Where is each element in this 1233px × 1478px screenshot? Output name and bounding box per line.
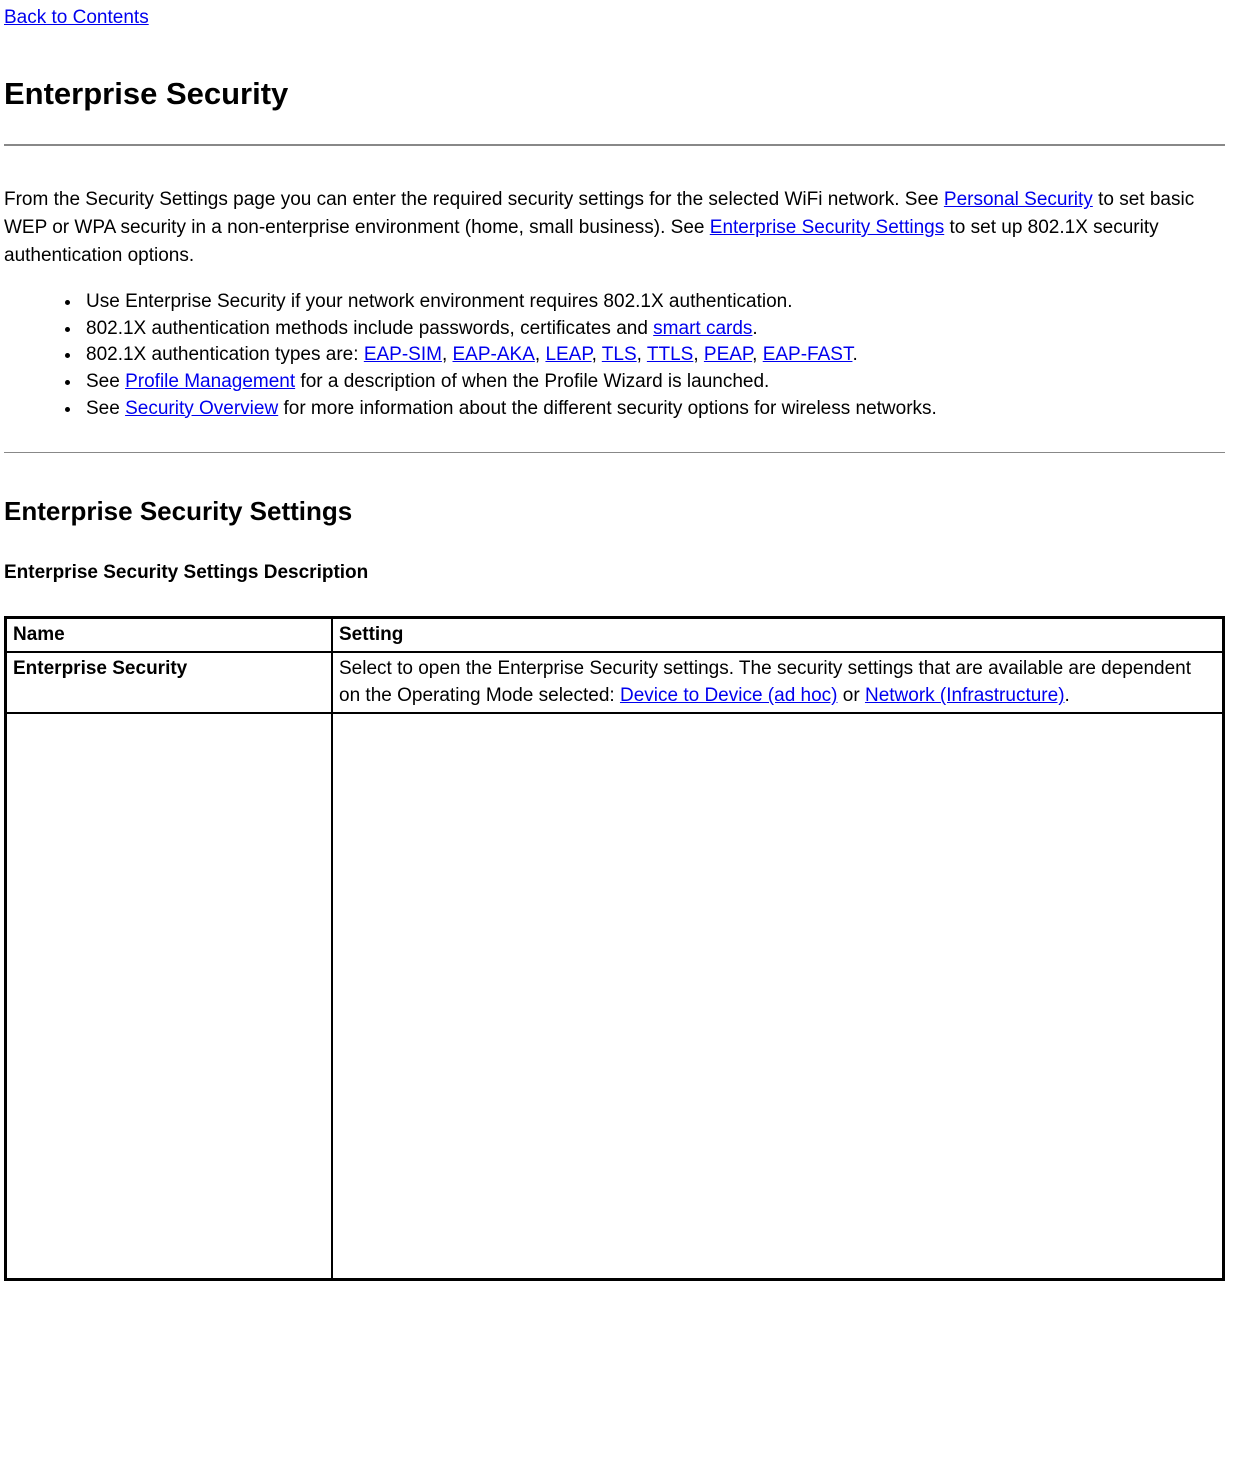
list-text: 802.1X authentication types are: <box>86 344 364 365</box>
settings-table: Name Setting Enterprise Security Select … <box>4 616 1225 1281</box>
divider <box>4 144 1225 146</box>
list-sep: , <box>693 344 704 365</box>
cell-empty <box>332 713 1224 1280</box>
list-sep: , <box>592 344 602 365</box>
cell-empty <box>6 713 333 1280</box>
list-text: . <box>852 344 857 365</box>
tls-link[interactable]: TLS <box>602 344 637 365</box>
divider <box>4 452 1225 453</box>
list-text: for a description of when the Profile Wi… <box>295 371 769 392</box>
intro-paragraph: From the Security Settings page you can … <box>4 186 1225 269</box>
list-item: See Security Overview for more informati… <box>82 396 1225 423</box>
section-heading: Enterprise Security Settings <box>4 493 1225 531</box>
cell-name: Enterprise Security <box>6 652 333 713</box>
network-infrastructure-link[interactable]: Network (Infrastructure) <box>865 685 1065 706</box>
list-text: . <box>752 318 757 339</box>
eap-fast-link[interactable]: EAP-FAST <box>763 344 853 365</box>
feature-list: Use Enterprise Security if your network … <box>4 289 1225 422</box>
list-item: 802.1X authentication methods include pa… <box>82 316 1225 343</box>
cell-text: . <box>1065 685 1070 706</box>
personal-security-link[interactable]: Personal Security <box>944 189 1093 210</box>
subsection-heading: Enterprise Security Settings Description <box>4 559 1225 587</box>
list-sep: , <box>637 344 647 365</box>
table-header-row: Name Setting <box>6 618 1224 652</box>
list-sep: , <box>752 344 763 365</box>
back-to-contents-link[interactable]: Back to Contents <box>4 4 149 32</box>
device-to-device-link[interactable]: Device to Device (ad hoc) <box>620 685 838 706</box>
enterprise-security-settings-link[interactable]: Enterprise Security Settings <box>710 217 944 238</box>
ttls-link[interactable]: TTLS <box>647 344 693 365</box>
cell-name-bold: Enterprise Security <box>13 658 187 679</box>
list-text: See <box>86 371 125 392</box>
cell-setting: Select to open the Enterprise Security s… <box>332 652 1224 713</box>
list-item: See Profile Management for a description… <box>82 369 1225 396</box>
profile-management-link[interactable]: Profile Management <box>125 371 295 392</box>
list-item: 802.1X authentication types are: EAP-SIM… <box>82 342 1225 369</box>
list-sep: , <box>442 344 453 365</box>
list-text: See <box>86 398 125 419</box>
security-overview-link[interactable]: Security Overview <box>125 398 278 419</box>
eap-aka-link[interactable]: EAP-AKA <box>453 344 535 365</box>
list-text: 802.1X authentication methods include pa… <box>86 318 653 339</box>
eap-sim-link[interactable]: EAP-SIM <box>364 344 442 365</box>
list-text: for more information about the different… <box>278 398 937 419</box>
leap-link[interactable]: LEAP <box>545 344 591 365</box>
col-header-setting: Setting <box>332 618 1224 652</box>
page-title: Enterprise Security <box>4 72 1225 117</box>
smart-cards-link[interactable]: smart cards <box>653 318 752 339</box>
table-row: Enterprise Security Select to open the E… <box>6 652 1224 713</box>
peap-link[interactable]: PEAP <box>704 344 752 365</box>
intro-text: From the Security Settings page you can … <box>4 189 944 210</box>
table-row-empty <box>6 713 1224 1280</box>
cell-text: or <box>838 685 865 706</box>
list-sep: , <box>535 344 546 365</box>
list-item: Use Enterprise Security if your network … <box>82 289 1225 316</box>
col-header-name: Name <box>6 618 333 652</box>
